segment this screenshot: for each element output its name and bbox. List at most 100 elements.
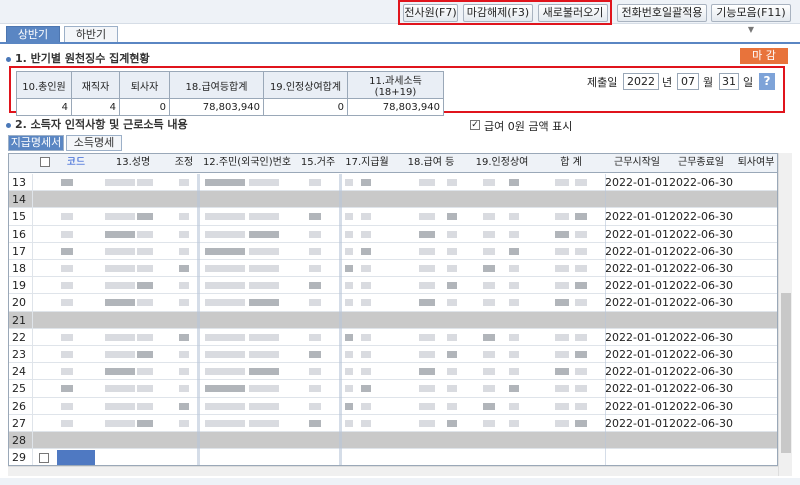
grid-header-resident-number[interactable]: 12.주민(외국인)번호 [197, 154, 297, 173]
redacted-cell [105, 351, 135, 358]
horizontal-scrollbar[interactable] [8, 466, 778, 476]
tab-second-half[interactable]: 하반기 [64, 26, 118, 43]
end-date-cell[interactable]: 2022-06-30 [669, 294, 733, 311]
end-date-cell[interactable]: 2022-06-30 [669, 226, 733, 243]
tab-income-statement[interactable]: 소득명세 [66, 135, 122, 151]
row-number: 21 [9, 311, 33, 329]
end-date-cell[interactable]: 2022-06-30 [669, 329, 733, 346]
redacted-cell [345, 213, 353, 221]
table-row[interactable]: 26 2022-01-01 2022-06-30 [9, 397, 777, 415]
table-row[interactable]: 24 2022-01-01 2022-06-30 [9, 363, 777, 381]
new-row-code-cell[interactable] [57, 450, 95, 465]
grid-header-start-date[interactable]: 근무시작일 [605, 154, 669, 173]
redacted-cell [419, 333, 435, 341]
table-row[interactable]: 25 2022-01-01 2022-06-30 [9, 380, 777, 398]
reload-button[interactable]: 새로불러오기 [538, 4, 608, 22]
vertical-scrollbar[interactable] [778, 153, 792, 476]
grid-header-residence[interactable]: 15.거주 [297, 154, 339, 173]
filing-day-input[interactable]: 31 [719, 73, 739, 90]
day-unit: 일 [743, 76, 754, 89]
start-date-cell[interactable]: 2022-01-01 [605, 226, 669, 243]
tab-payment-statement[interactable]: 지급명세서 [8, 135, 64, 151]
table-row[interactable]: 16 2022-01-01 2022-06-30 [9, 225, 777, 243]
end-date-cell[interactable]: 2022-06-30 [669, 346, 733, 363]
deadline-button[interactable]: 마 감 [740, 48, 788, 64]
row-number: 15 [9, 208, 33, 226]
table-row[interactable]: 21 [9, 311, 777, 329]
zero-salary-checkbox[interactable]: ✓ [470, 120, 480, 130]
select-all-checkbox[interactable] [40, 157, 50, 167]
redacted-cell [419, 351, 435, 358]
phone-apply-button[interactable]: 전화번호일괄적용 [617, 4, 707, 22]
redacted-cell [575, 333, 587, 341]
grid-header-code[interactable]: 코드 [57, 154, 95, 173]
grid-header-adjust[interactable]: 조정 [171, 154, 197, 173]
scrollbar-thumb[interactable] [781, 293, 791, 453]
redacted-cell [345, 299, 353, 307]
start-date-cell[interactable]: 2022-01-01 [605, 363, 669, 380]
redacted-cell [575, 247, 587, 255]
table-row[interactable]: 27 2022-01-01 2022-06-30 [9, 414, 777, 432]
redacted-cell [137, 351, 153, 358]
grid-header-checkbox[interactable] [33, 154, 57, 173]
redacted-cell [309, 385, 321, 393]
start-date-cell[interactable]: 2022-01-01 [605, 174, 669, 191]
start-date-cell[interactable]: 2022-01-01 [605, 346, 669, 363]
redacted-cell [345, 368, 353, 376]
filing-year-input[interactable]: 2022 [623, 73, 659, 90]
redacted-cell [61, 402, 73, 410]
start-date-cell[interactable]: 2022-01-01 [605, 277, 669, 294]
table-row[interactable]: 15 2022-01-01 2022-06-30 [9, 208, 777, 226]
row-checkbox[interactable] [39, 453, 49, 464]
grid-header-salary[interactable]: 18.급여 등 [395, 154, 467, 173]
start-date-cell[interactable]: 2022-01-01 [605, 329, 669, 346]
grid-header-total[interactable]: 합 계 [537, 154, 605, 173]
end-date-cell[interactable]: 2022-06-30 [669, 398, 733, 415]
help-icon[interactable]: ? [759, 73, 775, 90]
redacted-cell [447, 179, 457, 186]
table-row[interactable]: 20 2022-01-01 2022-06-30 [9, 294, 777, 312]
end-date-cell[interactable]: 2022-06-30 [669, 380, 733, 397]
redacted-cell [345, 402, 353, 410]
start-date-cell[interactable]: 2022-01-01 [605, 398, 669, 415]
functions-menu-button[interactable]: 기능모음(F11) ▼ [711, 4, 791, 34]
redacted-cell [509, 179, 519, 186]
redacted-cell [345, 265, 353, 272]
end-date-cell[interactable]: 2022-06-30 [669, 243, 733, 260]
table-row[interactable]: 18 2022-01-01 2022-06-30 [9, 260, 777, 278]
start-date-cell[interactable]: 2022-01-01 [605, 415, 669, 432]
section1-title-text: 1. 반기별 원천징수 집계현황 [15, 52, 150, 65]
grid-header-resigned[interactable]: 퇴사여부 [733, 154, 777, 173]
table-row[interactable]: 28 [9, 432, 777, 450]
start-date-cell[interactable]: 2022-01-01 [605, 380, 669, 397]
all-employees-button[interactable]: 전사원(F7) [403, 4, 458, 22]
table-row[interactable]: 22 2022-01-01 2022-06-30 [9, 328, 777, 346]
start-date-cell[interactable]: 2022-01-01 [605, 294, 669, 311]
grid-header-name[interactable]: 13.성명 [95, 154, 171, 173]
redacted-cell [309, 368, 321, 376]
row-number: 22 [9, 328, 33, 346]
start-date-cell[interactable]: 2022-01-01 [605, 243, 669, 260]
end-date-cell[interactable]: 2022-06-30 [669, 363, 733, 380]
redacted-cell [249, 419, 279, 427]
start-date-cell[interactable]: 2022-01-01 [605, 260, 669, 277]
grid-header-bonus[interactable]: 19.인정상여 [467, 154, 537, 173]
redacted-cell [179, 402, 189, 410]
end-date-cell[interactable]: 2022-06-30 [669, 260, 733, 277]
tab-first-half[interactable]: 상반기 [6, 26, 60, 43]
table-row[interactable]: 23 2022-01-01 2022-06-30 [9, 346, 777, 364]
table-row[interactable]: 14 [9, 191, 777, 209]
table-row[interactable]: 17 2022-01-01 2022-06-30 [9, 242, 777, 260]
start-date-cell[interactable]: 2022-01-01 [605, 208, 669, 225]
end-date-cell[interactable]: 2022-06-30 [669, 174, 733, 191]
end-date-cell[interactable]: 2022-06-30 [669, 277, 733, 294]
table-row[interactable]: 19 2022-01-01 2022-06-30 [9, 277, 777, 295]
end-date-cell[interactable]: 2022-06-30 [669, 415, 733, 432]
table-row[interactable]: 29 [9, 449, 777, 465]
table-row[interactable]: 13 2022-01-01 2022-06-30 [9, 174, 777, 192]
end-date-cell[interactable]: 2022-06-30 [669, 208, 733, 225]
unlock-deadline-button[interactable]: 마감해제(F3) [463, 4, 533, 22]
grid-header-pay-month[interactable]: 17.지급월 [339, 154, 395, 173]
grid-header-end-date[interactable]: 근무종료일 [669, 154, 733, 173]
filing-month-input[interactable]: 07 [677, 73, 699, 90]
